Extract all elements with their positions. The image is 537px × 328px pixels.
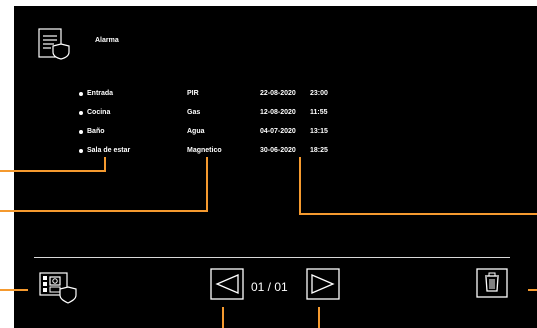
- alarm-row[interactable]: Cocina Gas 12-08-2020 11:55: [14, 109, 514, 121]
- alarm-location: Sala de estar: [87, 147, 131, 154]
- callout-line: [0, 289, 28, 291]
- alarm-type: Magnetico: [187, 147, 222, 154]
- device-screen: Alarma Entrada PIR 22-08-2020 23:00 Cocina Ga…: [14, 6, 537, 328]
- delete-button[interactable]: [476, 268, 508, 298]
- bullet-icon: [79, 149, 83, 153]
- bullet-icon: [79, 111, 83, 115]
- previous-page-button[interactable]: [210, 268, 244, 300]
- trash-icon: [476, 268, 508, 298]
- alarm-time: 11:55: [310, 109, 328, 116]
- footer-divider: [34, 257, 510, 258]
- alarm-location: Baño: [87, 128, 105, 135]
- callout-line: [0, 210, 208, 212]
- previous-page-icon: [210, 268, 244, 300]
- callout-line: [222, 307, 224, 328]
- alarm-shield-icon: [38, 28, 71, 60]
- callout-line: [104, 157, 106, 172]
- alarm-date: 30-06-2020: [260, 147, 296, 154]
- callout-line: [318, 307, 320, 328]
- alarm-type: PIR: [187, 90, 199, 97]
- page-title: Alarma: [95, 37, 119, 44]
- alarm-location: Entrada: [87, 90, 114, 97]
- security-log-button[interactable]: [39, 271, 77, 305]
- alarm-date: 22-08-2020: [260, 90, 296, 97]
- alarm-row[interactable]: Sala de estar Magnetico 30-06-2020 18:25: [14, 147, 514, 159]
- alarm-row[interactable]: Baño Agua 04-07-2020 13:15: [14, 128, 514, 140]
- alarm-time: 13:15: [310, 128, 328, 135]
- security-log-icon: [39, 272, 77, 304]
- callout-line: [299, 213, 537, 215]
- alarm-type: Gas: [187, 109, 201, 116]
- callout-line: [528, 289, 537, 291]
- alarm-time: 23:00: [310, 90, 328, 97]
- callout-line: [206, 157, 208, 212]
- callout-line: [0, 170, 106, 172]
- alarm-date: 04-07-2020: [260, 128, 296, 135]
- page-indicator: 01 / 01: [251, 280, 288, 294]
- bullet-icon: [79, 92, 83, 96]
- bullet-icon: [79, 130, 83, 134]
- alarm-time: 18:25: [310, 147, 328, 154]
- alarm-row[interactable]: Entrada PIR 22-08-2020 23:00: [14, 90, 514, 102]
- callout-line: [299, 157, 301, 215]
- alarm-date: 12-08-2020: [260, 109, 296, 116]
- alarm-location: Cocina: [87, 109, 111, 116]
- next-page-button[interactable]: [306, 268, 340, 300]
- alarm-type: Agua: [187, 128, 205, 135]
- next-page-icon: [306, 268, 340, 300]
